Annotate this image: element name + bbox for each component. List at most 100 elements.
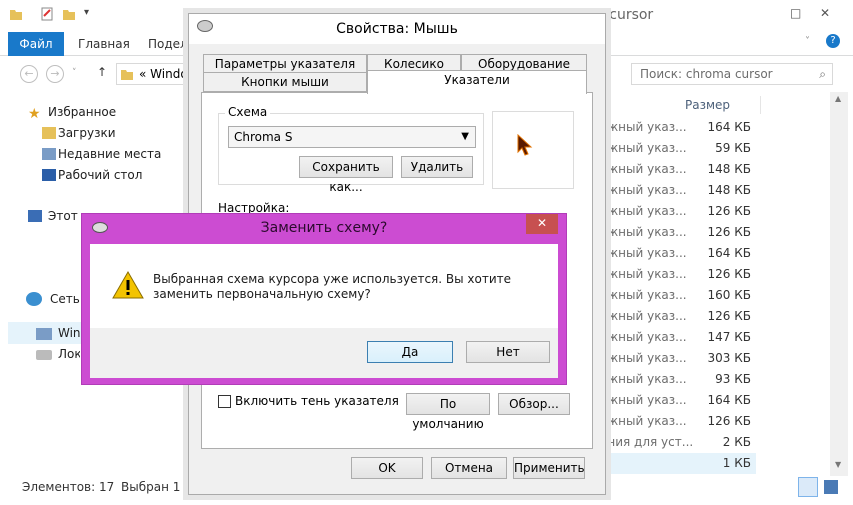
nav-label: Этот компьютер [48,209,80,223]
file-row[interactable]: ожный указ... 148 КБ [600,180,756,201]
close-button[interactable]: ✕ [526,214,558,234]
mouse-icon [92,222,108,233]
cursor-arrow-icon [517,134,533,156]
tab-buttons[interactable]: Кнопки мыши [203,72,367,92]
large-icons-view-icon[interactable] [824,480,838,494]
scheme-label: Схема [225,105,271,119]
nav-downloads[interactable]: Загрузки [42,123,116,143]
nav-label: Windows [58,326,80,340]
file-name: ожный указ... [600,183,687,197]
mouse-icon [197,20,213,32]
file-size: 126 КБ [707,267,751,281]
tab-pointer-options[interactable]: Параметры указателя [203,54,367,74]
file-row[interactable]: ожный указ... 126 КБ [600,306,756,327]
dialog-body: Выбранная схема курсора уже используется… [90,244,558,328]
apply-button[interactable]: Применить [513,457,585,479]
shadow-checkbox[interactable]: Включить тень указателя [218,393,399,411]
delete-button[interactable]: Удалить [401,156,473,178]
file-size: 148 КБ [707,162,751,176]
column-size[interactable]: Размер [685,98,730,112]
no-button[interactable]: Нет [466,341,550,363]
file-size: 126 КБ [707,225,751,239]
chevron-down-icon: ▼ [461,131,469,142]
browse-button[interactable]: Обзор... [498,393,570,415]
file-row[interactable]: ожный указ... 126 КБ [600,264,756,285]
scheme-group: Схема Chroma S ▼ Сохранить как... Удалить [218,105,484,194]
search-placeholder: Поиск: chroma cursor [640,67,773,81]
nav-recent[interactable]: Недавние места [42,144,161,164]
file-name: ожный указ... [600,414,687,428]
file-name: ожный указ... [600,120,687,134]
new-folder-icon[interactable] [62,7,76,21]
default-button[interactable]: По умолчанию [406,393,490,431]
file-size: 160 КБ [707,288,751,302]
scheme-select[interactable]: Chroma S ▼ [228,126,476,148]
save-as-button[interactable]: Сохранить как... [299,156,393,194]
tab-pointers[interactable]: Указатели [367,70,587,94]
file-row[interactable]: ожный указ... 59 КБ [600,138,756,159]
checkbox-icon[interactable] [218,395,231,408]
file-size: 148 КБ [707,183,751,197]
properties-icon[interactable] [40,7,54,21]
tab-home[interactable]: Главная [78,32,130,56]
details-view-icon[interactable] [798,477,818,497]
scrollbar[interactable]: ▲ ▼ [830,92,848,476]
ok-button[interactable]: OK [351,457,423,479]
forward-icon[interactable]: → [46,65,64,83]
file-row[interactable]: ожный указ... 164 КБ [600,390,756,411]
file-row[interactable]: ожный указ... 160 КБ [600,285,756,306]
nav-local-disk[interactable]: Локальный диск [58,344,80,364]
file-size: 164 КБ [707,120,751,134]
file-row[interactable]: ожный указ... 164 КБ [600,117,756,138]
drive-icon [36,328,52,340]
file-size: 59 КБ [715,141,751,155]
replace-scheme-dialog: Заменить схему? ✕ Выбранная схема курсор… [81,213,567,385]
address-input[interactable]: « Windo [116,63,196,85]
file-row[interactable]: 1 КБ [600,453,756,474]
file-row[interactable]: ожный указ... 126 КБ [600,201,756,222]
address-text: « Windo [139,67,188,81]
dialog-title: Свойства: Мышь [336,21,458,37]
file-size: 126 КБ [707,204,751,218]
desktop-icon [42,169,56,181]
file-row[interactable]: ожный указ... 147 КБ [600,327,756,348]
file-row[interactable]: ожный указ... 126 КБ [600,411,756,432]
nav-this-pc[interactable]: Этот компьютер [48,206,80,226]
file-name: ожный указ... [600,288,687,302]
search-input[interactable]: Поиск: chroma cursor ⌕ [631,63,833,85]
folder-icon [121,70,133,80]
column-header: Размер [600,92,830,116]
file-name: ожный указ... [600,204,687,218]
file-row[interactable]: ения для уст... 2 КБ [600,432,756,453]
file-row[interactable]: ожный указ... 303 КБ [600,348,756,369]
folder-icon[interactable] [9,7,23,21]
nav-network[interactable]: Сеть [50,289,80,309]
yes-button[interactable]: Да [367,341,453,363]
nav-favorites[interactable]: ★ Избранное [28,102,116,122]
shadow-label: Включить тень указателя [235,394,399,408]
file-size: 164 КБ [707,246,751,260]
up-icon[interactable]: ↑ [97,65,107,79]
chevron-down-icon[interactable]: ˅ [72,68,77,78]
nav-desktop[interactable]: Рабочий стол [42,165,142,185]
file-row[interactable]: ожный указ... 126 КБ [600,222,756,243]
back-icon[interactable]: ← [20,65,38,83]
tab-file[interactable]: Файл [8,32,64,56]
file-name: ожный указ... [600,162,687,176]
help-icon[interactable]: ? [826,34,840,48]
scroll-up-icon[interactable]: ▲ [835,94,841,103]
chevron-down-icon[interactable]: ˅ [805,36,810,47]
file-row[interactable]: ожный указ... 93 КБ [600,369,756,390]
cancel-button[interactable]: Отмена [431,457,507,479]
maximize-icon[interactable]: □ [790,6,801,20]
status-selected: Выбран 1 эл [121,480,199,494]
file-row[interactable]: ожный указ... 148 КБ [600,159,756,180]
close-icon[interactable]: ✕ [820,6,830,20]
file-row[interactable]: ожный указ... 164 КБ [600,243,756,264]
chevron-down-icon[interactable]: ▾ [84,7,98,21]
file-name: ения для уст... [600,435,694,449]
dialog-message: Выбранная схема курсора уже используется… [153,272,512,301]
scroll-down-icon[interactable]: ▼ [835,460,841,469]
file-name: ожный указ... [600,372,687,386]
computer-icon [28,210,42,222]
